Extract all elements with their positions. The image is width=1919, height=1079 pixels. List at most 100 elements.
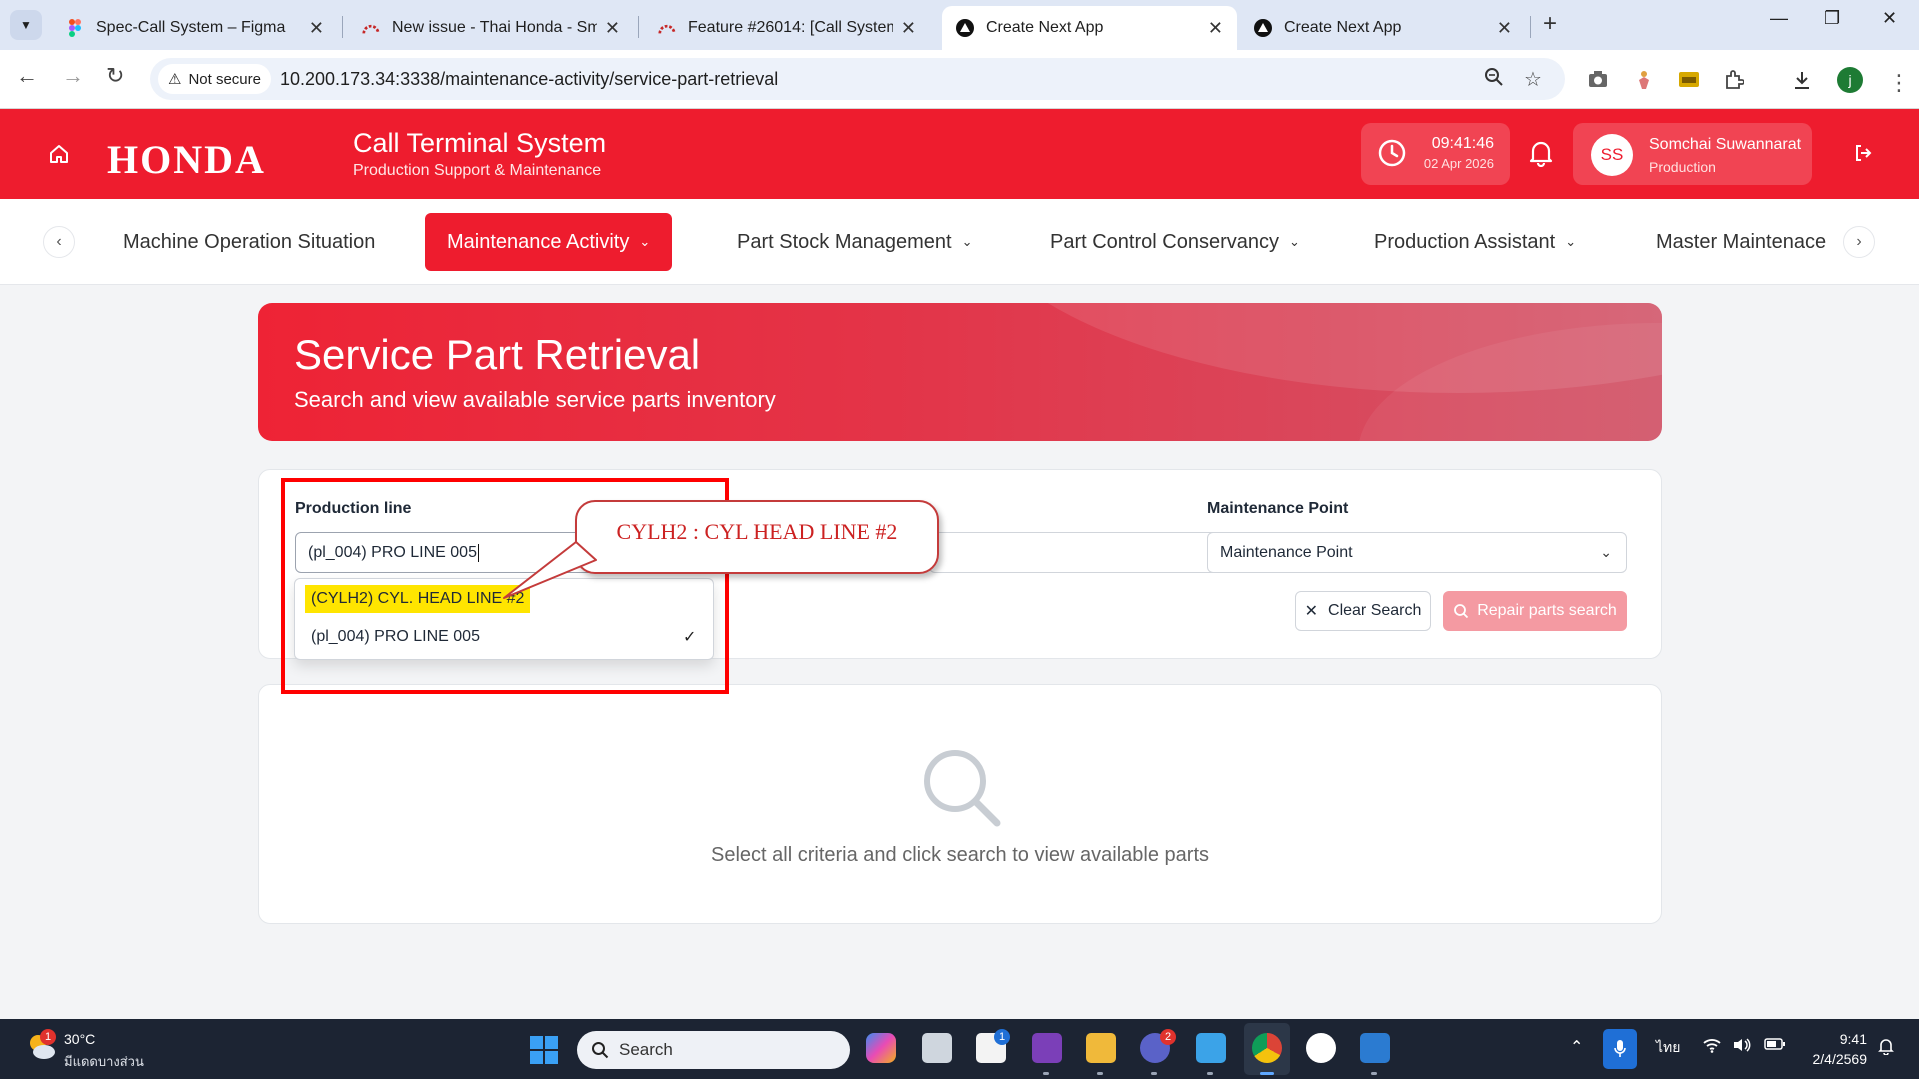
security-chip[interactable]: ⚠ Not secure <box>158 64 271 94</box>
user-avatar: SS <box>1591 134 1633 176</box>
empty-state-message: Select all criteria and click search to … <box>711 844 1209 866</box>
running-indicator <box>1371 1072 1377 1075</box>
s-app-icon[interactable] <box>1360 1033 1390 1063</box>
tab-title: New issue - Thai Honda - Smart <box>392 19 597 36</box>
taskbar-date: 2/4/2569 <box>1812 1051 1868 1067</box>
nav-item-maintenance-activity[interactable]: Maintenance Activity ⌄ <box>425 213 673 271</box>
notification-bell-icon[interactable] <box>1878 1037 1894 1060</box>
weather-temperature[interactable]: 30°C <box>64 1031 95 1047</box>
tab-separator <box>342 16 343 38</box>
nav-item-part-control-conservancy[interactable]: Part Control Conservancy ⌄ <box>1028 213 1322 271</box>
windows-start-icon[interactable] <box>530 1036 558 1064</box>
close-tab-icon[interactable]: ✕ <box>1208 18 1223 39</box>
figma-icon <box>66 19 84 37</box>
tab-title: Feature #26014: [Call System][C <box>688 19 893 36</box>
repair-parts-search-label: Repair parts search <box>1477 602 1617 619</box>
close-tab-icon[interactable]: ✕ <box>605 18 620 39</box>
browser-tab-feature[interactable]: Feature #26014: [Call System][C ✕ <box>644 6 930 50</box>
copilot-icon[interactable] <box>866 1033 896 1063</box>
weather-description[interactable]: มีแดดบางส่วน <box>64 1051 144 1072</box>
browser-toolbar: ← → ↻ ⚠ Not secure 10.200.173.34:3338/ma… <box>0 50 1919 109</box>
download-icon[interactable] <box>1792 70 1812 96</box>
repair-parts-search-button[interactable]: Repair parts search <box>1443 591 1627 631</box>
zoom-icon[interactable] <box>1484 67 1504 93</box>
notepad-icon[interactable] <box>1196 1033 1226 1063</box>
close-tab-icon[interactable]: ✕ <box>309 18 324 39</box>
store-badge: 1 <box>994 1029 1010 1045</box>
url-text[interactable]: 10.200.173.34:3338/maintenance-activity/… <box>280 69 778 90</box>
browser-tab-new-issue[interactable]: New issue - Thai Honda - Smart ✕ <box>348 6 634 50</box>
football-app-icon[interactable] <box>1306 1033 1336 1063</box>
taskbar-search[interactable]: Search <box>577 1031 850 1069</box>
onenote-icon[interactable] <box>1032 1033 1062 1063</box>
close-tab-icon[interactable]: ✕ <box>1497 18 1512 39</box>
battery-icon[interactable] <box>1764 1037 1786 1056</box>
input-language[interactable]: ไทย <box>1656 1037 1680 1059</box>
page-subtitle: Search and view available service parts … <box>294 387 776 412</box>
bookmark-star-icon[interactable]: ☆ <box>1524 67 1542 92</box>
tab-separator <box>1530 16 1531 38</box>
nav-item-part-stock-management[interactable]: Part Stock Management ⌄ <box>715 213 994 271</box>
security-label: Not secure <box>188 70 261 88</box>
nav-scroll-right-button[interactable]: › <box>1843 226 1875 258</box>
back-arrow-icon[interactable]: ← <box>16 63 38 89</box>
nav-item-master-maintenance[interactable]: Master Maintenace <box>1634 213 1830 271</box>
tab-search-button[interactable]: ▼ <box>10 10 42 40</box>
tab-title: Create Next App <box>1284 19 1402 36</box>
address-bar[interactable]: ⚠ Not secure 10.200.173.34:3338/maintena… <box>150 58 1565 100</box>
desktop-icon[interactable] <box>922 1033 952 1063</box>
nextjs-icon <box>1254 19 1272 37</box>
chrome-icon[interactable] <box>1252 1033 1282 1063</box>
minimize-window-icon[interactable]: — <box>1770 8 1788 29</box>
nav-item-label: Part Control Conservancy <box>1050 230 1279 253</box>
nav-item-label: Part Stock Management <box>737 230 952 253</box>
callout-text: CYLH2 : CYL HEAD LINE #2 <box>616 519 898 544</box>
chevron-down-icon: ⌄ <box>961 234 973 249</box>
camera-icon[interactable] <box>1588 70 1608 94</box>
bell-icon[interactable] <box>1528 139 1554 167</box>
browser-menu-icon[interactable]: ⋮ <box>1888 70 1910 96</box>
close-window-icon[interactable]: ✕ <box>1882 8 1897 29</box>
forward-arrow-icon[interactable]: → <box>62 63 84 89</box>
chevron-down-icon: ⌄ <box>639 234 651 249</box>
nav-item-production-assistant[interactable]: Production Assistant ⌄ <box>1352 213 1598 271</box>
close-tab-icon[interactable]: ✕ <box>901 18 916 39</box>
clock-time: 09:41:46 <box>1431 135 1494 152</box>
running-indicator <box>1207 1072 1213 1075</box>
browser-tab-create-next-app[interactable]: Create Next App ✕ <box>1240 6 1526 50</box>
nextjs-icon <box>956 19 974 37</box>
browser-tab-create-next-app-active[interactable]: Create Next App ✕ <box>942 6 1237 50</box>
browser-tab-strip: ▼ Spec-Call System – Figma ✕ New issue -… <box>0 0 1919 50</box>
home-icon[interactable] <box>48 143 70 165</box>
taskbar-clock[interactable]: 9:41 2/4/2569 <box>1813 1029 1868 1069</box>
user-profile-box[interactable]: SS Somchai Suwannarat Production <box>1573 123 1812 185</box>
tab-title: Spec-Call System – Figma <box>96 19 286 36</box>
extension-folder-icon[interactable] <box>1678 70 1700 94</box>
honda-logo: HONDA <box>107 137 266 182</box>
running-indicator <box>1260 1072 1274 1075</box>
browser-tab-figma[interactable]: Spec-Call System – Figma ✕ <box>52 6 338 50</box>
extension-figure-icon[interactable] <box>1636 70 1652 96</box>
clear-search-button[interactable]: ✕ Clear Search <box>1295 591 1431 631</box>
volume-icon[interactable] <box>1732 1037 1752 1058</box>
running-indicator <box>1151 1072 1157 1075</box>
microphone-button[interactable] <box>1603 1029 1637 1069</box>
search-icon <box>1454 604 1469 619</box>
maintenance-point-select[interactable]: Maintenance Point ⌄ <box>1207 532 1627 573</box>
profile-avatar[interactable]: j <box>1837 67 1863 93</box>
chevron-up-icon[interactable]: ⌃ <box>1570 1037 1583 1057</box>
wifi-icon[interactable] <box>1702 1037 1722 1058</box>
chevron-left-icon: ‹ <box>56 233 62 250</box>
nav-item-machine-operation-situation[interactable]: Machine Operation Situation <box>101 213 397 271</box>
nav-scroll-left-button[interactable]: ‹ <box>43 226 75 258</box>
chevron-down-icon: ▼ <box>20 18 32 32</box>
system-title: Call Terminal System <box>353 128 607 158</box>
extensions-puzzle-icon[interactable] <box>1724 70 1745 96</box>
file-explorer-icon[interactable] <box>1086 1033 1116 1063</box>
restore-window-icon[interactable]: ❐ <box>1824 8 1840 29</box>
taskbar-time: 9:41 <box>1839 1031 1867 1047</box>
logout-icon[interactable] <box>1853 143 1873 163</box>
reload-icon[interactable]: ↻ <box>106 63 124 89</box>
nav-item-label: Master Maintenace <box>1656 230 1827 253</box>
new-tab-plus-icon[interactable]: + <box>1543 10 1557 38</box>
